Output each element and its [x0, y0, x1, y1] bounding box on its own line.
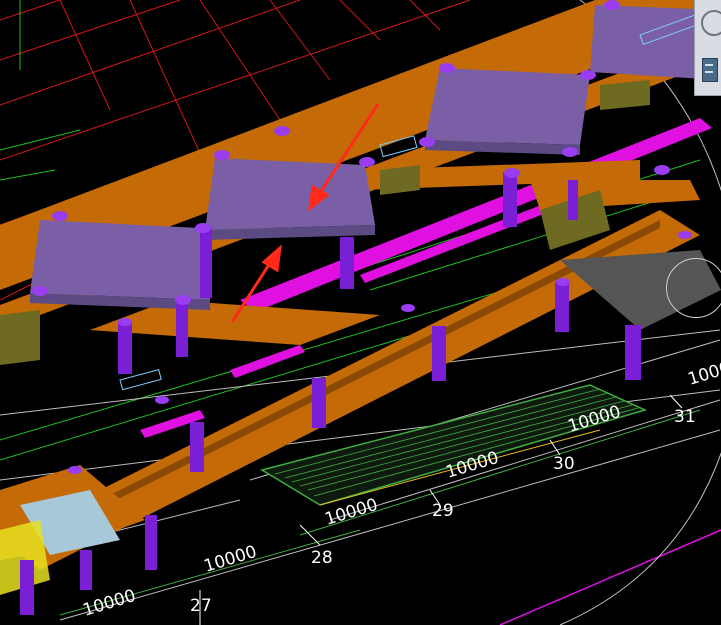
view-cube-icon[interactable]	[701, 10, 721, 36]
view-cube-panel[interactable]	[694, 0, 721, 96]
axis-label-27: 27	[190, 596, 212, 616]
3d-model-viewport[interactable]: 10000 10000 10000 10000 10000 10000 27 2…	[0, 0, 721, 625]
model-canvas[interactable]: 10000 10000 10000 10000 10000 10000 27 2…	[0, 0, 721, 625]
dim-label-2: 10000	[202, 542, 260, 577]
axis-label-28: 28	[311, 548, 333, 568]
axis-label-31: 31	[674, 407, 696, 427]
axis-label-30: 30	[553, 454, 575, 474]
cursor-ring	[666, 258, 721, 318]
axis-label-29: 29	[432, 501, 454, 521]
dim-label-1: 10000	[81, 586, 139, 621]
dim-label-6: 10000	[686, 355, 721, 390]
navigation-bar-icon[interactable]	[702, 58, 718, 82]
magenta-line	[499, 529, 721, 625]
